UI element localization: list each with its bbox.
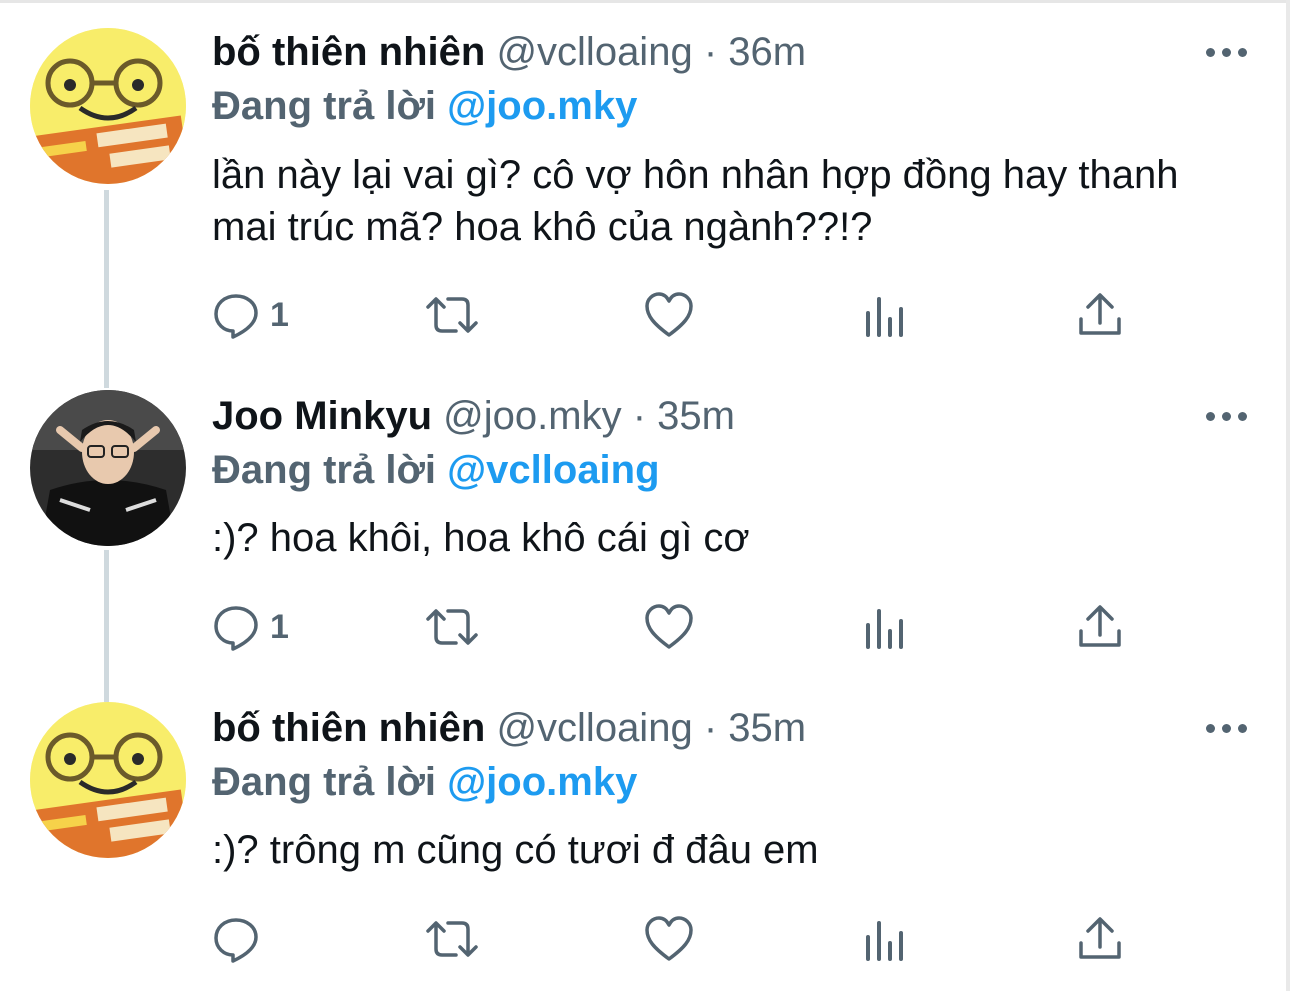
retweet-icon [426, 921, 478, 957]
like-button[interactable] [644, 602, 694, 652]
separator: · [703, 706, 718, 750]
display-name[interactable]: Joo Minkyu [212, 394, 432, 438]
analytics-icon [866, 297, 903, 337]
tweet-actions [212, 914, 1132, 964]
replying-to: Đang trả lời @vclloaing [212, 444, 660, 496]
share-icon [1079, 293, 1121, 335]
replying-to-handle[interactable]: @vclloaing [447, 448, 659, 492]
tweet[interactable]: bố thiên nhiên @vclloaing · 36m Đang trả… [0, 26, 1290, 356]
replying-to-label: Đang trả lời [212, 84, 437, 128]
share-button[interactable] [1076, 290, 1124, 340]
tweet[interactable]: Joo Minkyu @joo.mky · 35m Đang trả lời @… [0, 390, 1290, 670]
like-icon [645, 604, 693, 649]
separator: · [632, 394, 647, 438]
avatar[interactable] [30, 390, 186, 546]
tweet[interactable]: bố thiên nhiên @vclloaing · 35m Đang trả… [0, 702, 1290, 982]
tweet-header: bố thiên nhiên @vclloaing · 36m [212, 26, 806, 78]
analytics-icon [866, 921, 903, 961]
reply-icon [214, 294, 258, 339]
handle[interactable]: @vclloaing [496, 706, 692, 750]
retweet-button[interactable] [424, 914, 480, 964]
like-icon [645, 292, 693, 337]
tweet-text: :)? trông m cũng có tươi đ đâu em [212, 828, 819, 872]
avatar[interactable] [30, 702, 186, 858]
replying-to-handle[interactable]: @joo.mky [447, 760, 637, 804]
reply-button[interactable]: 1 [212, 602, 289, 652]
timestamp[interactable]: 35m [657, 394, 735, 438]
reply-icon [214, 918, 258, 963]
replying-to: Đang trả lời @joo.mky [212, 80, 637, 132]
man-photo-avatar [30, 390, 186, 546]
timestamp[interactable]: 36m [728, 30, 806, 74]
replying-to-label: Đang trả lời [212, 760, 437, 804]
reply-button[interactable] [212, 914, 270, 964]
more-icon[interactable] [1206, 404, 1250, 428]
replying-to-label: Đang trả lời [212, 448, 437, 492]
yellow-plush-glasses-avatar [30, 28, 186, 184]
reply-button[interactable]: 1 [212, 290, 289, 340]
yellow-plush-glasses-avatar [30, 702, 186, 858]
tweet-header: Joo Minkyu @joo.mky · 35m [212, 390, 735, 442]
more-icon[interactable] [1206, 716, 1250, 740]
analytics-button[interactable] [864, 290, 906, 340]
analytics-icon [866, 609, 903, 649]
tweet-header: bố thiên nhiên @vclloaing · 35m [212, 702, 806, 754]
tweet-actions: 1 [212, 602, 1132, 652]
replying-to-handle[interactable]: @joo.mky [447, 84, 637, 128]
analytics-button[interactable] [864, 602, 906, 652]
handle[interactable]: @vclloaing [496, 30, 692, 74]
tweet-actions: 1 [212, 290, 1132, 340]
separator: · [703, 30, 718, 74]
replying-to: Đang trả lời @joo.mky [212, 756, 637, 808]
reply-count: 1 [270, 607, 289, 646]
retweet-button[interactable] [424, 602, 480, 652]
like-icon [645, 916, 693, 961]
retweet-icon [426, 609, 478, 645]
share-button[interactable] [1076, 602, 1124, 652]
retweet-button[interactable] [424, 290, 480, 340]
avatar[interactable] [30, 28, 186, 184]
share-icon [1079, 605, 1121, 647]
reply-icon [214, 606, 258, 651]
share-icon [1079, 917, 1121, 959]
handle[interactable]: @joo.mky [443, 394, 621, 438]
analytics-button[interactable] [864, 914, 906, 964]
like-button[interactable] [644, 290, 694, 340]
tweet-text: lần này lại vai gì? cô vợ hôn nhân hợp đ… [212, 153, 1179, 249]
reply-count: 1 [270, 295, 289, 334]
retweet-icon [426, 297, 478, 333]
like-button[interactable] [644, 914, 694, 964]
display-name[interactable]: bố thiên nhiên [212, 30, 485, 74]
share-button[interactable] [1076, 914, 1124, 964]
timestamp[interactable]: 35m [728, 706, 806, 750]
display-name[interactable]: bố thiên nhiên [212, 706, 485, 750]
more-icon[interactable] [1206, 40, 1250, 64]
top-edge [0, 0, 1290, 3]
tweet-text: :)? hoa khôi, hoa khô cái gì cơ [212, 516, 750, 560]
